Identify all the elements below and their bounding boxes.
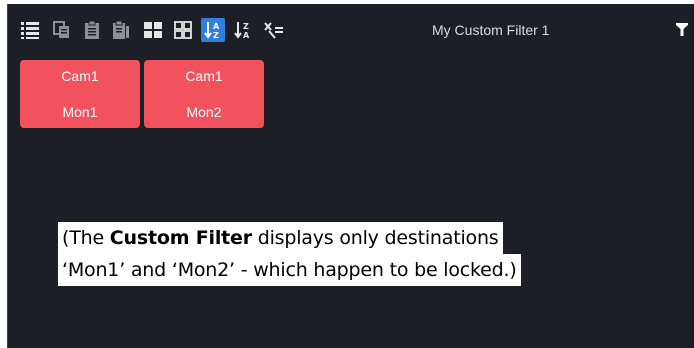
clipboard-icon[interactable] [80, 18, 104, 42]
router-panel: A Z Z A My Custom Filter 1 Cam1 Mon1 Cam… [7, 4, 694, 348]
svg-text:A: A [213, 22, 220, 31]
tile-source-label: Cam1 [61, 68, 99, 84]
svg-text:Z: Z [213, 31, 219, 40]
sort-ascending-icon[interactable]: A Z [201, 18, 225, 42]
caption-annotation: (The Custom Filter displays only destina… [58, 222, 521, 286]
copy-icon[interactable] [50, 18, 74, 42]
caption-suffix: displays only destinations [251, 227, 499, 249]
grid-large-icon[interactable] [141, 18, 165, 42]
tile-destination-label: Mon2 [186, 104, 222, 120]
grid-small-icon[interactable] [171, 18, 195, 42]
svg-text:Z: Z [243, 22, 249, 31]
caption-prefix: (The [62, 227, 110, 249]
list-view-icon[interactable] [18, 18, 42, 42]
sort-descending-icon[interactable]: Z A [231, 18, 255, 42]
caption-line-2: ‘Mon1’ and ‘Mon2’ - which happen to be l… [58, 254, 521, 286]
clipboard-list-icon[interactable] [109, 18, 133, 42]
filter-dropdown[interactable]: My Custom Filter 1 [426, 14, 694, 46]
destination-tile-mon2[interactable]: Cam1 Mon2 [144, 60, 264, 128]
caption-line-1: (The Custom Filter displays only destina… [58, 222, 503, 254]
toolbar: A Z Z A My Custom Filter 1 [8, 4, 694, 54]
filter-funnel-icon [676, 23, 688, 36]
svg-text:A: A [243, 31, 250, 40]
caption-bold-term: Custom Filter [109, 227, 252, 249]
destination-tile-mon1[interactable]: Cam1 Mon1 [20, 60, 140, 128]
filter-dropdown-value: My Custom Filter 1 [432, 22, 550, 38]
clear-filter-icon[interactable] [262, 18, 286, 42]
tile-destination-label: Mon1 [62, 104, 98, 120]
tile-source-label: Cam1 [185, 68, 223, 84]
